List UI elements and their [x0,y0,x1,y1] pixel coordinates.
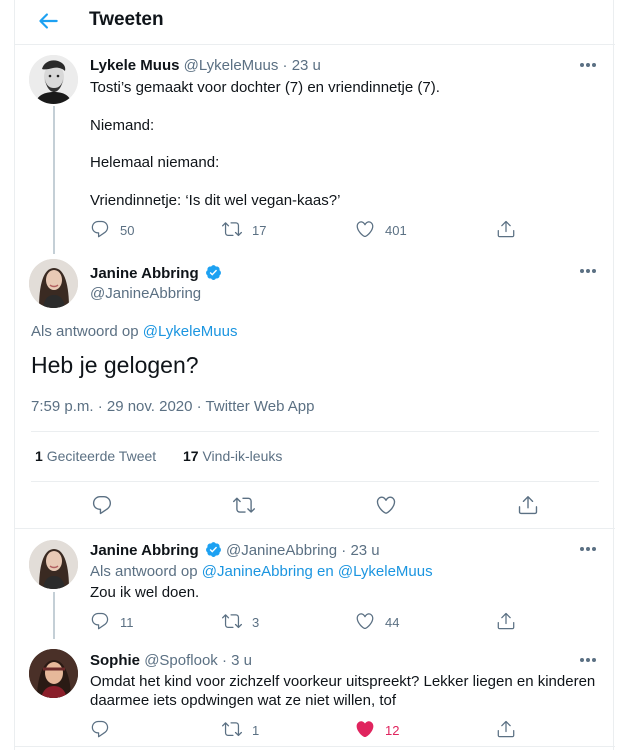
retweet-button[interactable]: 1 [222,719,282,739]
divider [15,746,615,747]
reply-context: Als antwoord op @JanineAbbring en @Lykel… [90,563,433,580]
author-handle[interactable]: @Spoflook [144,652,218,669]
likes-stat[interactable]: 17 Vind-ik-leuks [183,448,282,464]
share-button[interactable] [496,719,516,739]
tweet-text-line: daarmee iets opdwingen wat ze niet wille… [90,692,397,709]
page-title: Tweeten [89,9,164,30]
quote-label: Geciteerde Tweet [46,448,157,464]
like-count: 401 [385,223,407,238]
quote-tweets-stat[interactable]: 1 Geciteerde Tweet [35,448,156,464]
reply-to-link[interactable]: @JanineAbbring en @LykeleMuus [202,563,433,580]
author-name[interactable]: Janine Abbring [90,265,199,282]
reply-count: 50 [120,223,135,238]
heart-icon [355,219,375,239]
divider [31,431,599,432]
like-button[interactable]: 12 [355,719,415,739]
like-count: 12 [385,723,400,738]
divider [31,481,599,482]
tweet-text: Zou ik wel doen. [90,584,200,601]
timeline-column: Tweeten Lykele Muus @LykeleMuus · 23 u T… [14,0,615,750]
tweet-header: Janine Abbring @JanineAbbring · 23 u [90,541,380,559]
reply-count: 11 [120,615,134,630]
retweet-icon[interactable] [233,494,255,516]
reply-icon[interactable] [91,494,113,516]
reply-context: Als antwoord op @LykeleMuus [31,323,237,340]
more-icon[interactable] [579,268,597,274]
tweet-text-line: Tosti’s gemaakt voor dochter (7) en vrie… [90,79,440,96]
likes-count: 17 [183,448,199,464]
reply-icon [90,219,110,239]
author-row: Janine Abbring [90,264,222,282]
share-icon [496,219,516,239]
heart-filled-icon [355,719,375,739]
author-handle[interactable]: @LykeleMuus [184,57,279,74]
avatar[interactable] [29,259,78,308]
tweet-text-line: Niemand: [90,117,155,134]
retweet-icon [222,719,242,739]
reply-button[interactable] [90,719,110,739]
more-icon[interactable] [579,546,597,552]
reply-prefix: Als antwoord op [31,323,139,340]
tweet-text-line: Helemaal niemand: [90,154,220,171]
tweet-time[interactable]: · 3 u [222,652,252,669]
avatar[interactable] [29,649,78,698]
author-name[interactable]: Lykele Muus [90,57,179,74]
reply-to-link[interactable]: @LykeleMuus [143,323,238,340]
divider [15,528,615,529]
tweet-header: Lykele Muus @LykeleMuus · 23 u [90,57,321,74]
share-icon [496,611,516,631]
like-count: 44 [385,615,400,630]
page-header: Tweeten [15,0,615,45]
share-button[interactable] [496,219,516,239]
thread-connector [53,592,55,639]
share-icon[interactable] [517,494,539,516]
avatar[interactable] [29,55,78,104]
tweet-header: Sophie @Spoflook · 3 u [90,652,252,669]
reply-button[interactable]: 11 [90,611,150,631]
retweet-icon [222,611,242,631]
tweet-time[interactable]: · 23 u [341,542,379,559]
like-button[interactable]: 401 [355,219,415,239]
likes-label: Vind-ik-leuks [202,448,283,464]
author-handle[interactable]: @JanineAbbring [226,542,337,559]
more-icon[interactable] [579,62,597,68]
retweet-count: 3 [252,615,260,630]
quote-count: 1 [35,448,43,464]
tweet-text-line: Vriendinnetje: ‘Is dit wel vegan-kaas?’ [90,192,341,209]
retweet-button[interactable]: 17 [222,219,282,239]
verified-badge-icon [205,541,222,558]
tweet-meta[interactable]: 7:59 p.m. · 29 nov. 2020 · Twitter Web A… [31,398,315,415]
share-button[interactable] [496,611,516,631]
thread-connector [53,106,55,254]
tweet-text: Heb je gelogen? [31,352,199,378]
share-icon [496,719,516,739]
heart-icon [355,611,375,631]
like-button[interactable]: 44 [355,611,415,631]
author-name[interactable]: Sophie [90,652,140,669]
retweet-count: 1 [252,723,260,738]
reply-button[interactable]: 50 [90,219,150,239]
retweet-icon [222,219,242,239]
retweet-button[interactable]: 3 [222,611,282,631]
author-name[interactable]: Janine Abbring [90,542,199,559]
back-arrow-icon[interactable] [35,8,61,34]
more-icon[interactable] [579,657,597,663]
avatar[interactable] [29,540,78,589]
reply-icon [90,611,110,631]
reply-icon [90,719,110,739]
reply-prefix: Als antwoord op [90,563,198,580]
tweet-time[interactable]: · 23 u [283,57,321,74]
retweet-count: 17 [252,223,267,238]
author-handle[interactable]: @JanineAbbring [90,285,201,302]
heart-icon[interactable] [375,494,397,516]
verified-badge-icon [205,264,222,281]
tweet-text-line: Omdat het kind voor zichzelf voorkeur ui… [90,673,596,690]
